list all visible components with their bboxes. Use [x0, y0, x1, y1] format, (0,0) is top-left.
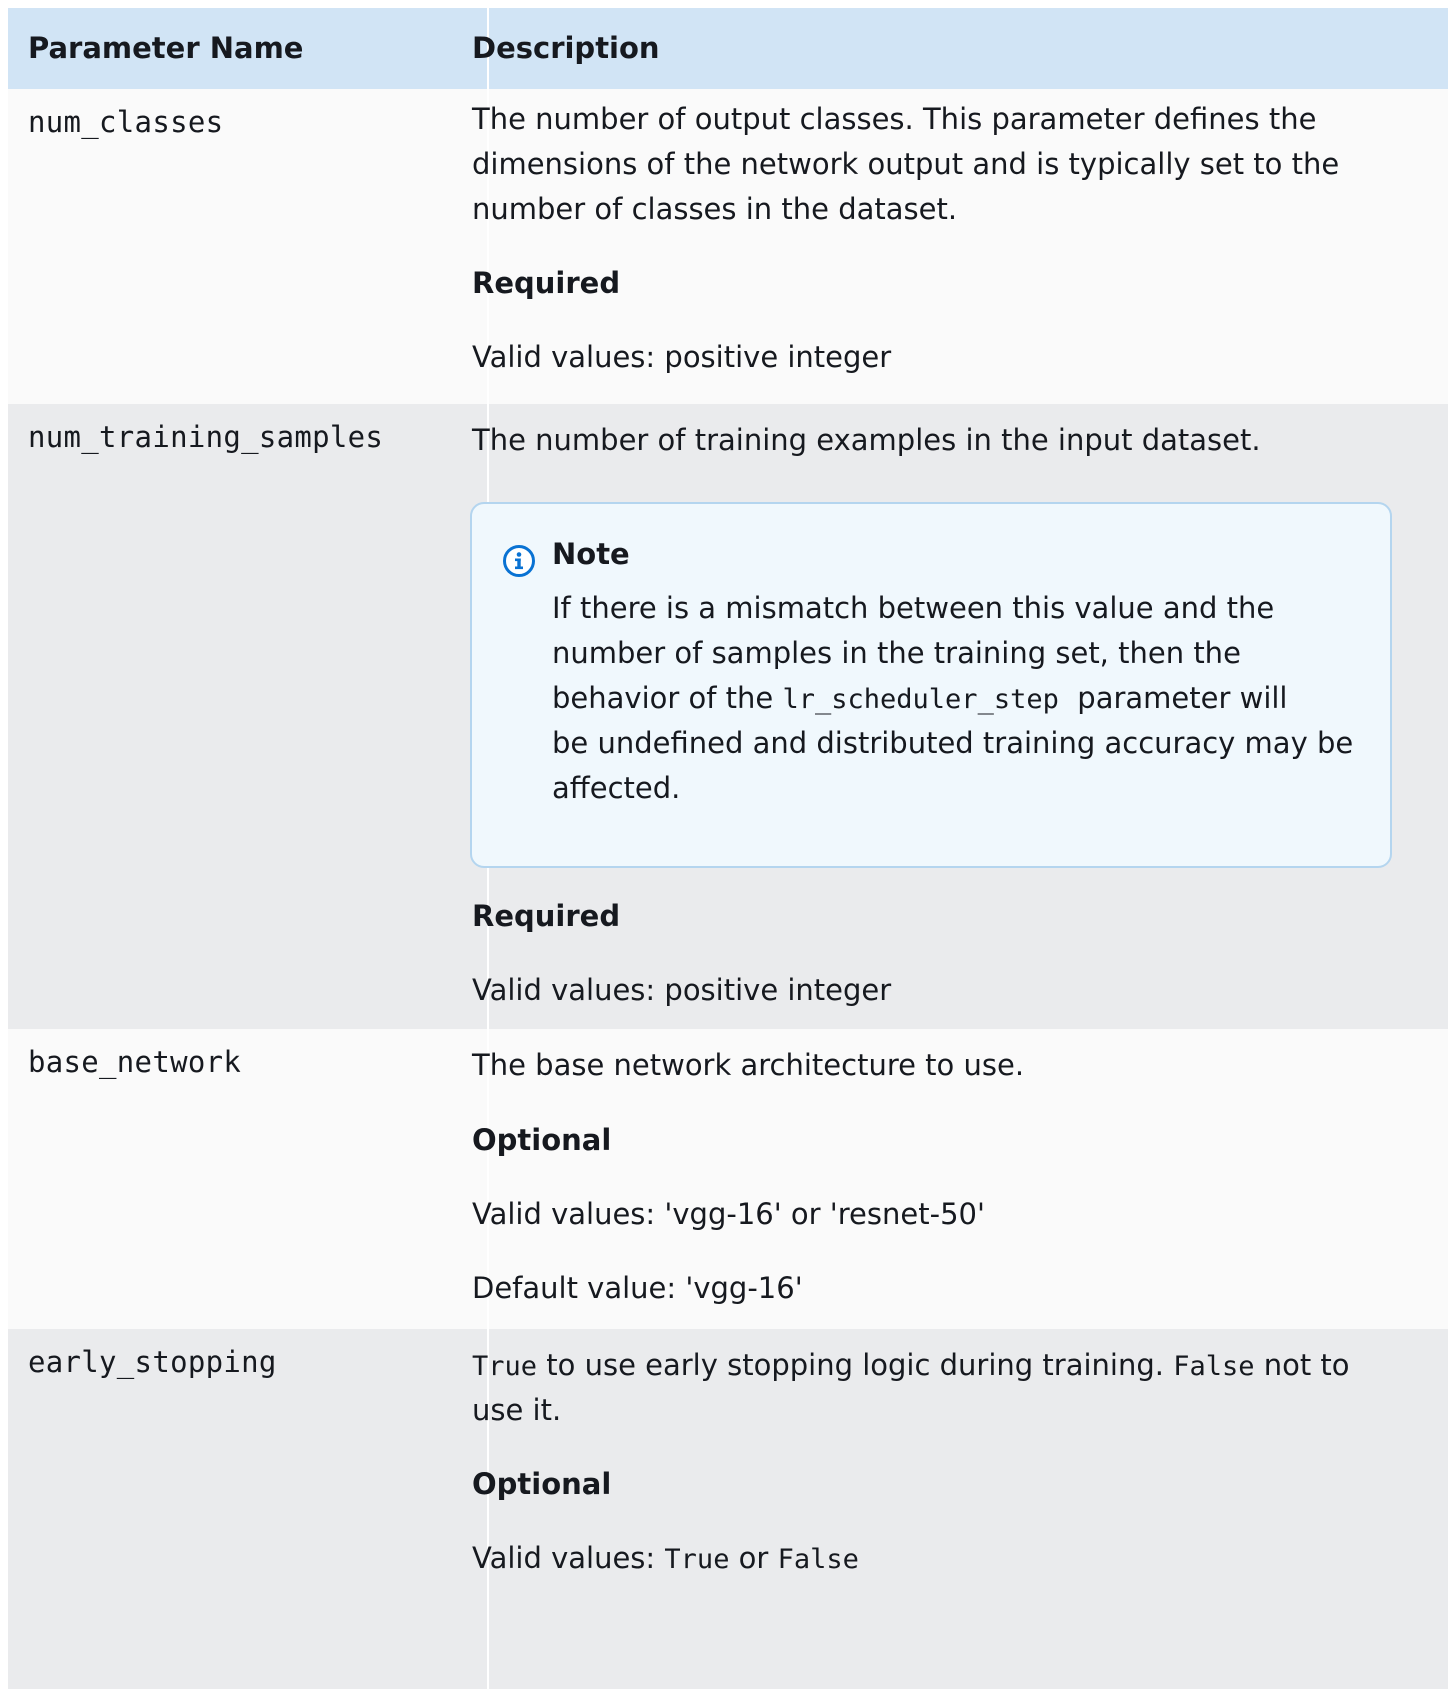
inline-code: False — [1173, 1351, 1255, 1382]
table-row: num_classes The number of output classes… — [8, 89, 1448, 404]
note-text-line: behavior of the lr_scheduler_step parame… — [552, 674, 1288, 724]
info-icon — [503, 545, 535, 577]
table-header: Parameter Name Description — [8, 8, 1448, 89]
note-text-line: affected. — [552, 771, 681, 805]
requirement-label: Optional — [472, 1123, 612, 1157]
table-row: early_stopping True to use early stoppin… — [8, 1329, 1448, 1689]
description-text: to use early stopping logic during train… — [537, 1348, 1174, 1382]
note-title: Note — [552, 537, 630, 571]
valid-values-or: or — [729, 1541, 778, 1575]
valid-values: Valid values: positive integer — [472, 340, 892, 374]
parameter-name: num_training_samples — [28, 420, 384, 454]
parameter-description-line: number of classes in the dataset. — [472, 192, 958, 226]
note-box: Note If there is a mismatch between this… — [470, 502, 1392, 868]
inline-code: False — [777, 1544, 859, 1575]
inline-code: True — [664, 1544, 730, 1575]
parameter-name: num_classes — [28, 105, 224, 139]
note-text-line: If there is a mismatch between this valu… — [552, 591, 1275, 625]
parameter-description: The number of training examples in the i… — [472, 423, 1261, 457]
table-row: base_network The base network architectu… — [8, 1029, 1448, 1329]
parameter-description-line: The number of output classes. This param… — [472, 102, 1317, 136]
note-text: behavior of the — [552, 681, 783, 715]
parameter-name: early_stopping — [28, 1345, 277, 1379]
header-description: Description — [472, 31, 660, 65]
parameter-description: The base network architecture to use. — [472, 1048, 1025, 1082]
valid-values: Valid values: True or False — [472, 1534, 859, 1584]
note-text-line: number of samples in the training set, t… — [552, 636, 1241, 670]
requirement-label: Required — [472, 266, 621, 300]
parameter-description-line: dimensions of the network output and is … — [472, 147, 1340, 181]
description-text: not to — [1254, 1348, 1350, 1382]
valid-values-prefix: Valid values: — [472, 1541, 665, 1575]
note-text: parameter will — [1068, 681, 1288, 715]
header-parameter-name: Parameter Name — [28, 31, 304, 65]
valid-values: Valid values: positive integer — [472, 973, 892, 1007]
parameter-description-line: use it. — [472, 1393, 562, 1427]
note-text-line: be undefined and distributed training ac… — [552, 726, 1354, 760]
parameter-description-line: True to use early stopping logic during … — [472, 1341, 1350, 1391]
requirement-label: Optional — [472, 1467, 612, 1501]
table-row: num_training_samples The number of train… — [8, 404, 1448, 1029]
inline-code: lr_scheduler_step — [782, 684, 1059, 715]
valid-values: Valid values: 'vgg-16' or 'resnet-50' — [472, 1197, 985, 1231]
default-value: Default value: 'vgg-16' — [472, 1271, 803, 1305]
inline-code: True — [472, 1351, 538, 1382]
requirement-label: Required — [472, 899, 621, 933]
parameter-name: base_network — [28, 1045, 242, 1079]
